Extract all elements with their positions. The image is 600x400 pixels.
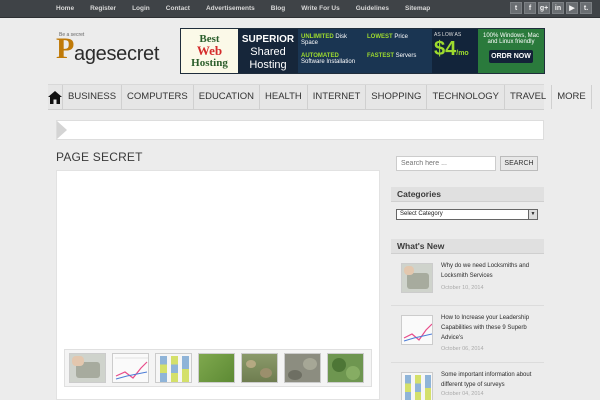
page-title: PAGE SECRET — [56, 150, 143, 164]
news-thumb-chart — [401, 315, 433, 345]
news-ticker — [56, 120, 544, 140]
slider-thumb-locksmith[interactable] — [69, 353, 106, 383]
tumblr-icon[interactable]: t. — [580, 2, 592, 14]
top-link-write-for-us[interactable]: Write For Us — [293, 0, 348, 18]
nav-computers[interactable]: COMPUTERS — [122, 85, 194, 109]
slider-thumb-chart[interactable] — [112, 353, 149, 383]
nav-travel[interactable]: TRAVEL — [505, 85, 553, 109]
nav-shopping[interactable]: SHOPPING — [366, 85, 428, 109]
ticker-arrow-icon — [57, 121, 67, 139]
nav-internet[interactable]: INTERNET — [308, 85, 367, 109]
search-input[interactable] — [396, 156, 496, 171]
nav-more[interactable]: MORE — [552, 85, 592, 109]
news-thumb-locksmith — [401, 263, 433, 293]
logo-text: agesecret — [74, 43, 160, 65]
news-title[interactable]: How to Increase your Leadership Capabili… — [441, 313, 541, 343]
slider-thumb-garden[interactable] — [241, 353, 278, 383]
nav-technology[interactable]: TECHNOLOGY — [427, 85, 505, 109]
news-item[interactable]: Why do we need Locksmiths and Locksmith … — [391, 258, 544, 308]
slider-thumbnails — [64, 349, 372, 387]
top-link-contact[interactable]: Contact — [158, 0, 198, 18]
hosting-banner-ad[interactable]: Best Web Hosting SUPERIOR Shared Hosting… — [180, 28, 545, 74]
slider-thumb-survey[interactable] — [155, 353, 192, 383]
news-date: October 10, 2014 — [441, 285, 484, 291]
top-link-sitemap[interactable]: Sitemap — [397, 0, 438, 18]
slider-thumb-stones[interactable] — [284, 353, 321, 383]
slider-thumb-field[interactable] — [198, 353, 235, 383]
logo-p-mark: P — [56, 32, 75, 65]
facebook-icon[interactable]: f — [524, 2, 536, 14]
slider-thumb-bushes[interactable] — [327, 353, 364, 383]
main-nav: BUSINESS COMPUTERS EDUCATION HEALTH INTE… — [48, 84, 592, 110]
top-link-guidelines[interactable]: Guidelines — [348, 0, 397, 18]
banner-superior-shared: SUPERIOR Shared Hosting — [238, 29, 298, 73]
news-divider — [391, 305, 544, 306]
top-link-advertisements[interactable]: Advertisements — [198, 0, 263, 18]
news-date: October 04, 2014 — [441, 391, 484, 397]
banner-features: UNLIMITED Disk Space LOWEST Price AUTOMA… — [298, 29, 432, 73]
nav-health[interactable]: HEALTH — [260, 85, 308, 109]
chevron-down-icon: ▼ — [528, 210, 537, 219]
site-logo[interactable]: Be a secret P agesecret — [56, 30, 166, 72]
top-link-blog[interactable]: Blog — [263, 0, 293, 18]
top-nav: Home Register Login Contact Advertisemen… — [48, 0, 438, 18]
nav-business[interactable]: BUSINESS — [63, 85, 123, 109]
banner-best-web-hosting: Best Web Hosting — [181, 29, 238, 73]
news-divider — [391, 362, 544, 363]
news-thumb-survey — [401, 372, 433, 400]
banner-price: AS LOW AS $4/mo — [432, 29, 478, 73]
banner-promo: 100% Windows, Mac and Linux friendly ORD… — [478, 29, 544, 73]
categories-widget-title: Categories — [391, 187, 544, 202]
youtube-icon[interactable]: ▶ — [566, 2, 578, 14]
nav-education[interactable]: EDUCATION — [194, 85, 260, 109]
whats-new-widget-title: What's New — [391, 239, 544, 254]
social-icons: t f g+ in ▶ t. — [510, 2, 592, 14]
top-link-login[interactable]: Login — [124, 0, 158, 18]
order-now-button[interactable]: ORDR NOW — [489, 50, 533, 63]
news-title[interactable]: Some important information about differe… — [441, 370, 541, 390]
home-icon[interactable] — [48, 85, 63, 109]
top-link-home[interactable]: Home — [48, 0, 82, 18]
google-plus-icon[interactable]: g+ — [538, 2, 550, 14]
top-link-register[interactable]: Register — [82, 0, 124, 18]
top-bar: Home Register Login Contact Advertisemen… — [0, 0, 600, 18]
twitter-icon[interactable]: t — [510, 2, 522, 14]
news-item[interactable]: Some important information about differe… — [391, 367, 544, 400]
news-date: October 06, 2014 — [441, 346, 484, 352]
search-button[interactable]: SEARCH — [500, 156, 538, 171]
linkedin-icon[interactable]: in — [552, 2, 564, 14]
news-item[interactable]: How to Increase your Leadership Capabili… — [391, 310, 544, 360]
category-select[interactable]: Select Category ▼ — [396, 209, 538, 220]
news-title[interactable]: Why do we need Locksmiths and Locksmith … — [441, 261, 541, 281]
